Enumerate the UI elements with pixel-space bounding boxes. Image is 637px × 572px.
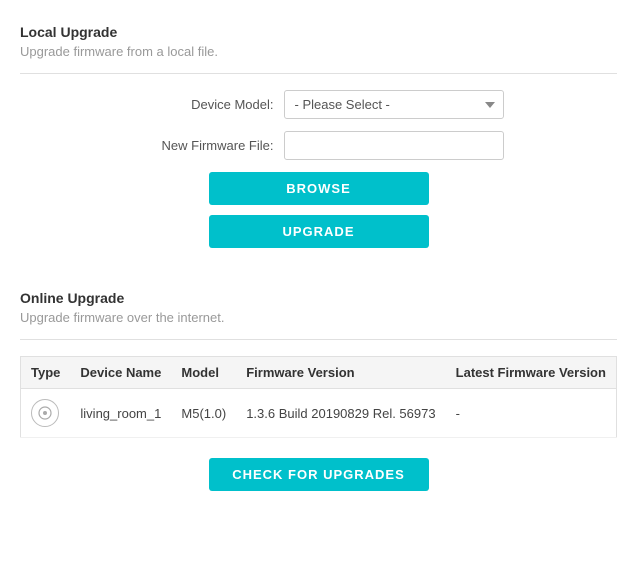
- upgrade-button[interactable]: UPGRADE: [209, 215, 429, 248]
- new-firmware-input[interactable]: [284, 131, 504, 160]
- cell-model: M5(1.0): [171, 389, 236, 438]
- local-upgrade-title: Local Upgrade: [20, 24, 617, 40]
- col-device-name: Device Name: [70, 357, 171, 389]
- page-container: Local Upgrade Upgrade firmware from a lo…: [0, 0, 637, 507]
- device-model-row: Device Model: - Please Select -: [20, 90, 617, 119]
- table-body: living_room_1M5(1.0)1.3.6 Build 20190829…: [21, 389, 617, 438]
- local-upgrade-section: Local Upgrade Upgrade firmware from a lo…: [20, 16, 617, 266]
- new-firmware-row: New Firmware File:: [20, 131, 617, 160]
- table-row: living_room_1M5(1.0)1.3.6 Build 20190829…: [21, 389, 617, 438]
- online-upgrade-subtitle: Upgrade firmware over the internet.: [20, 310, 617, 325]
- check-upgrades-btn-row: CHECK FOR UPGRADES: [20, 458, 617, 491]
- upgrade-table: Type Device Name Model Firmware Version …: [20, 356, 617, 438]
- cell-latest-firmware-version: -: [446, 389, 617, 438]
- browse-button[interactable]: BROWSE: [209, 172, 429, 205]
- device-type-icon: [31, 399, 59, 427]
- check-upgrades-button[interactable]: CHECK FOR UPGRADES: [209, 458, 429, 491]
- device-model-label: Device Model:: [134, 97, 274, 112]
- new-firmware-label: New Firmware File:: [134, 138, 274, 153]
- col-type: Type: [21, 357, 71, 389]
- local-upgrade-subtitle: Upgrade firmware from a local file.: [20, 44, 617, 59]
- online-upgrade-title: Online Upgrade: [20, 290, 617, 306]
- col-model: Model: [171, 357, 236, 389]
- cell-type: [21, 389, 71, 438]
- browse-btn-row: BROWSE: [20, 172, 617, 205]
- online-upgrade-section: Online Upgrade Upgrade firmware over the…: [20, 290, 617, 491]
- upgrade-btn-row: UPGRADE: [20, 215, 617, 248]
- cell-firmware-version: 1.3.6 Build 20190829 Rel. 56973: [236, 389, 445, 438]
- col-firmware-version: Firmware Version: [236, 357, 445, 389]
- cell-device-name: living_room_1: [70, 389, 171, 438]
- col-latest-firmware-version: Latest Firmware Version: [446, 357, 617, 389]
- local-upgrade-divider: [20, 73, 617, 74]
- device-model-select[interactable]: - Please Select -: [284, 90, 504, 119]
- table-head: Type Device Name Model Firmware Version …: [21, 357, 617, 389]
- online-upgrade-divider: [20, 339, 617, 340]
- table-header-row: Type Device Name Model Firmware Version …: [21, 357, 617, 389]
